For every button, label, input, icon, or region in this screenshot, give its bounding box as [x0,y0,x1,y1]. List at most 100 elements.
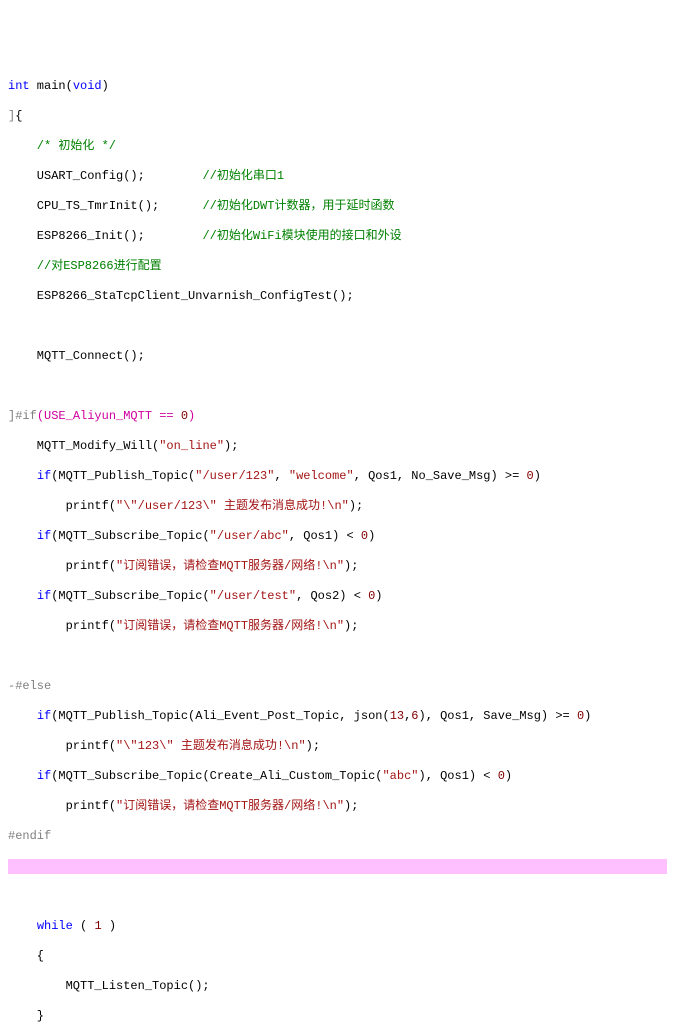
code-text: ESP8266_StaTcpClient_Unvarnish_ConfigTes… [8,289,354,303]
code-text: printf( [8,739,116,753]
brace-open: { [8,949,44,963]
code-line: ]#if(USE_Aliyun_MQTT == 0) [8,409,667,424]
code-line: if(MQTT_Publish_Topic(Ali_Event_Post_Top… [8,709,667,724]
code-line: if(MQTT_Publish_Topic("/user/123", "welc… [8,469,667,484]
code-text: ); [344,799,358,813]
code-text: , Qos1) < [289,529,361,543]
code-text: (MQTT_Subscribe_Topic( [51,529,209,543]
code-text: , Qos2) < [296,589,368,603]
code-line: -#else [8,679,667,694]
code-text: ( [73,919,95,933]
keyword-if: if [37,529,51,543]
code-line: //对ESP8266进行配置 [8,259,667,274]
code-line: CPU_TS_TmrInit(); //初始化DWT计数器，用于延时函数 [8,199,667,214]
string: "订阅错误，请检查MQTT服务器/网络!\n" [116,799,344,813]
string: "/user/123" [195,469,274,483]
keyword-int: int [8,79,30,93]
code-text: ), Qos1, Save_Msg) >= [419,709,577,723]
code-text: ), Qos1) < [419,769,498,783]
keyword-if: if [37,769,51,783]
keyword-while: while [37,919,73,933]
code-text: ) [505,769,512,783]
indent [8,769,37,783]
indent [8,529,37,543]
number: 0 [577,709,584,723]
code-text: (MQTT_Publish_Topic(Ali_Event_Post_Topic… [51,709,389,723]
preprocessor-if: #if [15,409,37,423]
comment: //初始化串口1 [202,169,284,183]
code-line: ESP8266_StaTcpClient_Unvarnish_ConfigTes… [8,289,667,304]
code-line: if(MQTT_Subscribe_Topic("/user/abc", Qos… [8,529,667,544]
fold-gutter-icon[interactable]: - [8,679,15,693]
macro-cond: (USE_Aliyun_MQTT == [37,409,181,423]
code-text: ESP8266_Init(); [8,229,202,243]
code-text: (MQTT_Subscribe_Topic(Create_Ali_Custom_… [51,769,382,783]
code-text: printf( [8,799,116,813]
number: 13 [390,709,404,723]
number: 0 [527,469,534,483]
code-text: ); [349,499,363,513]
code-line: printf("\"123\" 主题发布消息成功!\n"); [8,739,667,754]
code-line: #endif [8,829,667,844]
string: "welcome" [289,469,354,483]
comment: //初始化DWT计数器，用于延时函数 [202,199,394,213]
indent [8,469,37,483]
code-text: ) [534,469,541,483]
code-text: printf( [8,559,116,573]
keyword-if: if [37,469,51,483]
string: "abc" [382,769,418,783]
code-text: ) [102,919,116,933]
number: 0 [181,409,188,423]
code-line: printf("订阅错误，请检查MQTT服务器/网络!\n"); [8,799,667,814]
keyword-if: if [37,709,51,723]
code-line: if(MQTT_Subscribe_Topic("/user/test", Qo… [8,589,667,604]
code-text: ) [102,79,109,93]
indent [8,589,37,603]
preprocessor-endif: #endif [8,829,51,843]
code-text: ) [584,709,591,723]
code-text: ) [375,589,382,603]
code-line: { [8,949,667,964]
code-line: int main(void) [8,79,667,94]
code-text: ); [306,739,320,753]
code-line: /* 初始化 */ [8,139,667,154]
preprocessor-else: #else [15,679,51,693]
code-line [8,649,667,664]
code-line: printf("订阅错误，请检查MQTT服务器/网络!\n"); [8,559,667,574]
code-text: MQTT_Connect(); [8,349,145,363]
code-line: MQTT_Modify_Will("on_line"); [8,439,667,454]
keyword-if: if [37,589,51,603]
code-text: CPU_TS_TmrInit(); [8,199,202,213]
number: 0 [498,769,505,783]
code-text: main( [30,79,73,93]
number: 6 [411,709,418,723]
code-text: MQTT_Modify_Will( [8,439,159,453]
code-line: ]{ [8,109,667,124]
string: "\"123\" 主题发布消息成功!\n" [116,739,306,753]
macro-cond: ) [188,409,195,423]
code-line [8,379,667,394]
code-editor[interactable]: int main(void) ]{ /* 初始化 */ USART_Config… [8,64,667,1030]
code-line: USART_Config(); //初始化串口1 [8,169,667,184]
keyword-void: void [73,79,102,93]
number: 0 [368,589,375,603]
indent [8,709,37,723]
comment: //初始化WiFi模块使用的接口和外设 [202,229,401,243]
code-text: printf( [8,499,116,513]
code-text: USART_Config(); [8,169,202,183]
code-text: ); [344,559,358,573]
code-line: while ( 1 ) [8,919,667,934]
code-line: } [8,1009,667,1024]
code-text: , [404,709,411,723]
code-text: ); [224,439,238,453]
code-text: MQTT_Listen_Topic(); [8,979,210,993]
comment: /* 初始化 */ [8,139,116,153]
code-line: printf("订阅错误，请检查MQTT服务器/网络!\n"); [8,619,667,634]
code-text: , Qos1, No_Save_Msg) >= [354,469,527,483]
comment: //对ESP8266进行配置 [8,259,162,273]
code-line: ESP8266_Init(); //初始化WiFi模块使用的接口和外设 [8,229,667,244]
string: "/user/abc" [210,529,289,543]
string: "\"/user/123\" 主题发布消息成功!\n" [116,499,349,513]
brace-open: { [15,109,22,123]
number: 1 [94,919,101,933]
